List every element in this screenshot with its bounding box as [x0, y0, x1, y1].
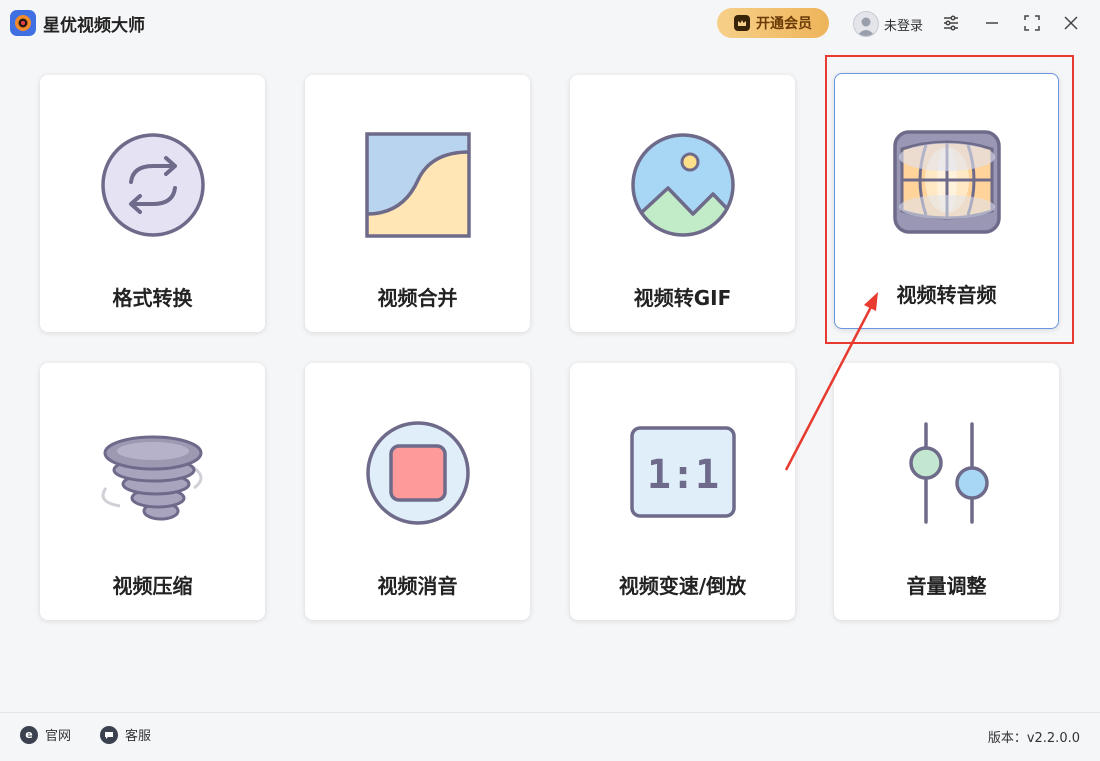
tool-card-volume-adjust[interactable]: 音量调整 — [834, 363, 1059, 620]
close-button[interactable] — [1059, 11, 1083, 35]
video-to-gif-icon — [630, 133, 735, 237]
tool-label: 视频消音 — [377, 574, 458, 598]
vip-button[interactable]: 开通会员 — [717, 8, 829, 38]
tool-card-video-merge[interactable]: 视频合并 — [305, 75, 530, 332]
app-logo-icon — [10, 10, 36, 36]
app-title: 星优视频大师 — [43, 16, 145, 36]
website-label: 官网 — [45, 729, 72, 744]
tool-card-video-to-gif[interactable]: 视频转GIF — [570, 75, 795, 332]
close-icon — [1064, 16, 1078, 30]
maximize-button[interactable] — [1020, 11, 1044, 35]
tool-label: 视频合并 — [377, 286, 458, 310]
format-convert-icon — [100, 133, 205, 237]
version-label: 版本：v2.2.0.0 — [987, 731, 1080, 746]
tool-label: 视频转GIF — [633, 286, 732, 310]
tool-label: 音量调整 — [906, 574, 987, 598]
settings-sliders-icon — [944, 15, 958, 31]
tool-card-video-mute[interactable]: 视频消音 — [305, 363, 530, 620]
chat-bubble-icon — [100, 725, 118, 744]
tool-label: 格式转换 — [112, 286, 193, 310]
minimize-icon — [986, 22, 998, 24]
fullscreen-icon — [1024, 15, 1040, 31]
tool-label: 视频压缩 — [112, 574, 193, 598]
settings-button[interactable] — [939, 11, 963, 35]
crown-icon — [734, 15, 750, 31]
video-merge-icon — [364, 132, 471, 238]
vip-label: 开通会员 — [756, 16, 812, 32]
customer-service-link[interactable]: 客服 — [100, 725, 151, 744]
tool-card-video-compress[interactable]: 视频压缩 — [40, 363, 265, 620]
tool-label: 视频变速/倒放 — [618, 574, 747, 598]
footer: e 官网 客服 版本：v2.2.0.0 — [0, 712, 1100, 761]
highlight-box — [825, 55, 1074, 344]
video-mute-icon — [365, 421, 470, 525]
login-button[interactable]: 未登录 — [853, 10, 923, 38]
video-compress-icon — [101, 435, 202, 521]
website-link[interactable]: e 官网 — [20, 725, 71, 744]
minimize-button[interactable] — [980, 11, 1004, 35]
user-status-label: 未登录 — [884, 18, 924, 34]
volume-adjust-icon — [908, 422, 989, 524]
video-speed-icon: 1:1 — [629, 426, 736, 518]
ratio-glyph: 1:1 — [646, 452, 718, 498]
tool-card-format-convert[interactable]: 格式转换 — [40, 75, 265, 332]
tool-card-video-speed[interactable]: 1:1 视频变速/倒放 — [570, 363, 795, 620]
service-label: 客服 — [125, 729, 152, 744]
website-icon: e — [20, 725, 38, 744]
avatar — [853, 11, 879, 37]
title-bar: 星优视频大师 开通会员 未登录 — [0, 0, 1100, 48]
